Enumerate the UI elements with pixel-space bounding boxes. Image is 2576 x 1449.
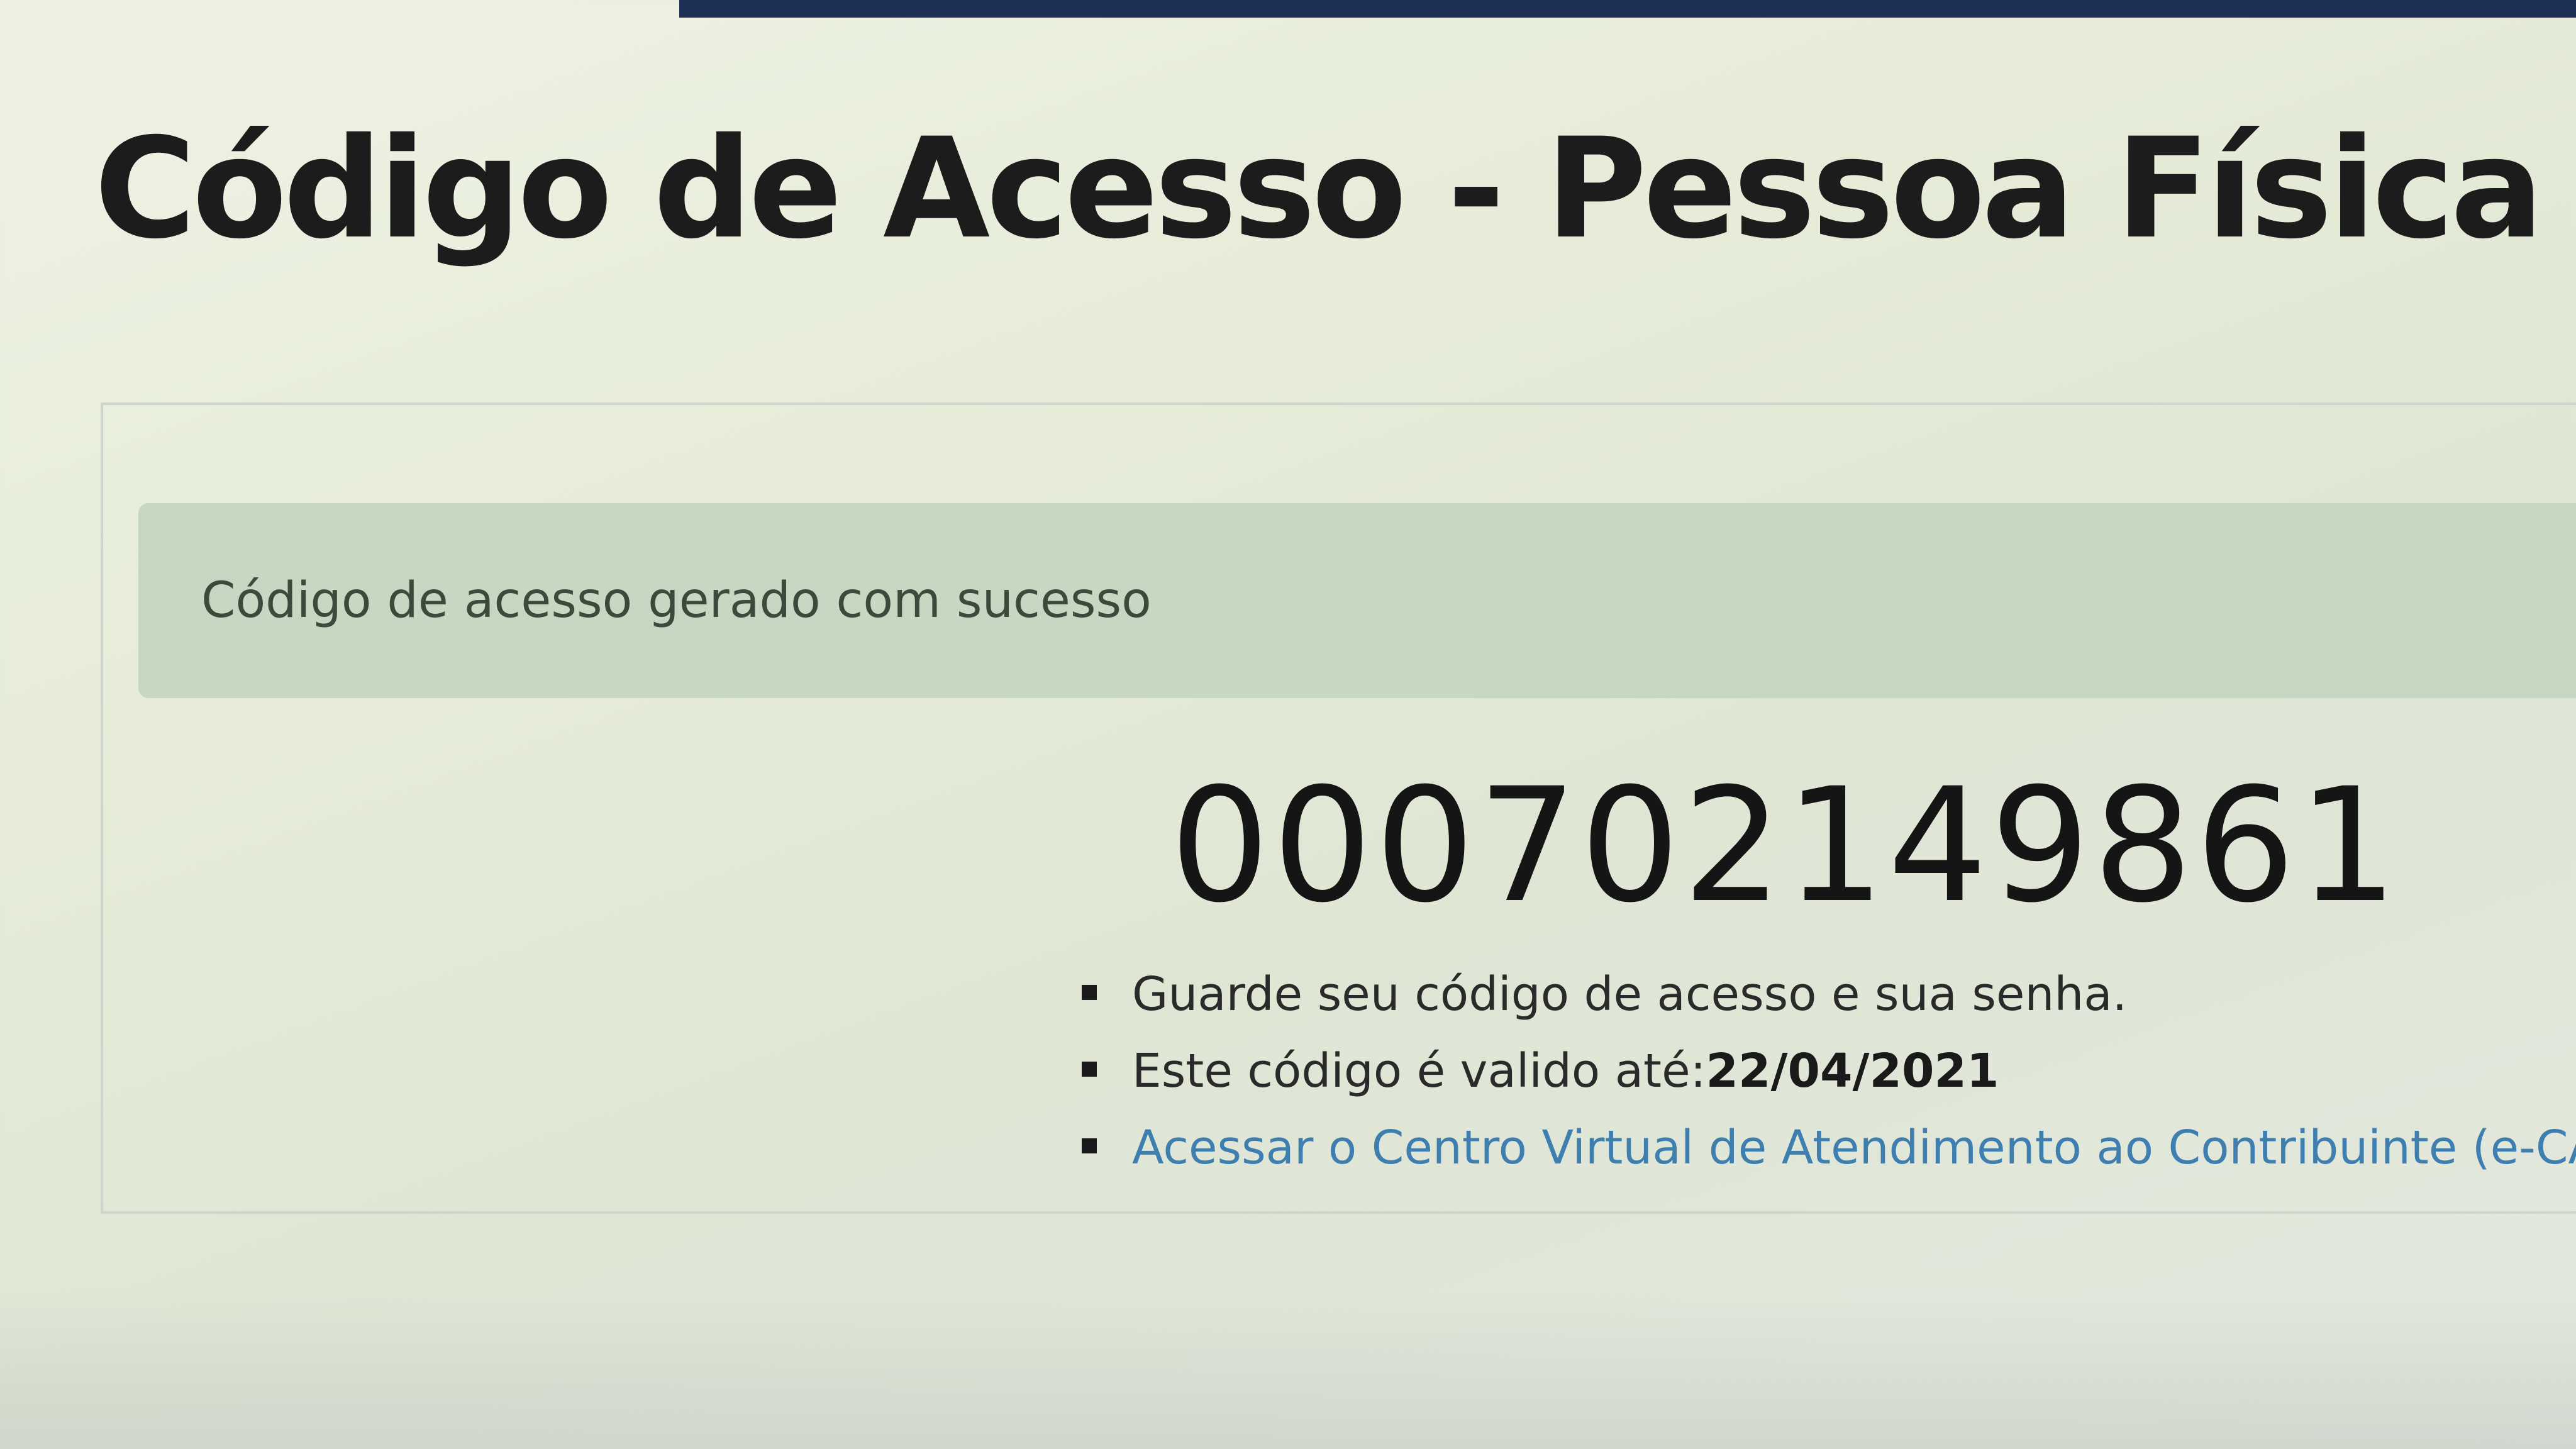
success-alert: Código de acesso gerado com sucesso (138, 503, 2576, 698)
page-title: Código de Acesso - Pessoa Física (94, 108, 2544, 269)
info-list: Guarde seu código de acesso e sua senha.… (1082, 956, 2576, 1186)
validity-date: 22/04/2021 (1706, 1044, 1999, 1098)
bottom-shade (0, 1289, 2576, 1449)
square-bullet-icon (1082, 1138, 1097, 1153)
list-item-keep-notice: Guarde seu código de acesso e sua senha. (1082, 956, 2576, 1033)
success-alert-message: Código de acesso gerado com sucesso (201, 572, 1152, 629)
square-bullet-icon (1082, 1062, 1097, 1077)
top-header-strip (679, 0, 2576, 18)
access-code-value: 000702149861 (1170, 754, 2401, 937)
keep-notice-text: Guarde seu código de acesso e sua senha. (1132, 967, 2128, 1021)
ecac-link[interactable]: Acessar o Centro Virtual de Atendimento … (1132, 1121, 2576, 1175)
list-item-validity: Este código é valido até:22/04/2021 (1082, 1033, 2576, 1109)
list-item-ecac: Acessar o Centro Virtual de Atendimento … (1082, 1109, 2576, 1186)
validity-label: Este código é valido até: (1132, 1044, 1706, 1098)
square-bullet-icon (1082, 985, 1097, 1000)
